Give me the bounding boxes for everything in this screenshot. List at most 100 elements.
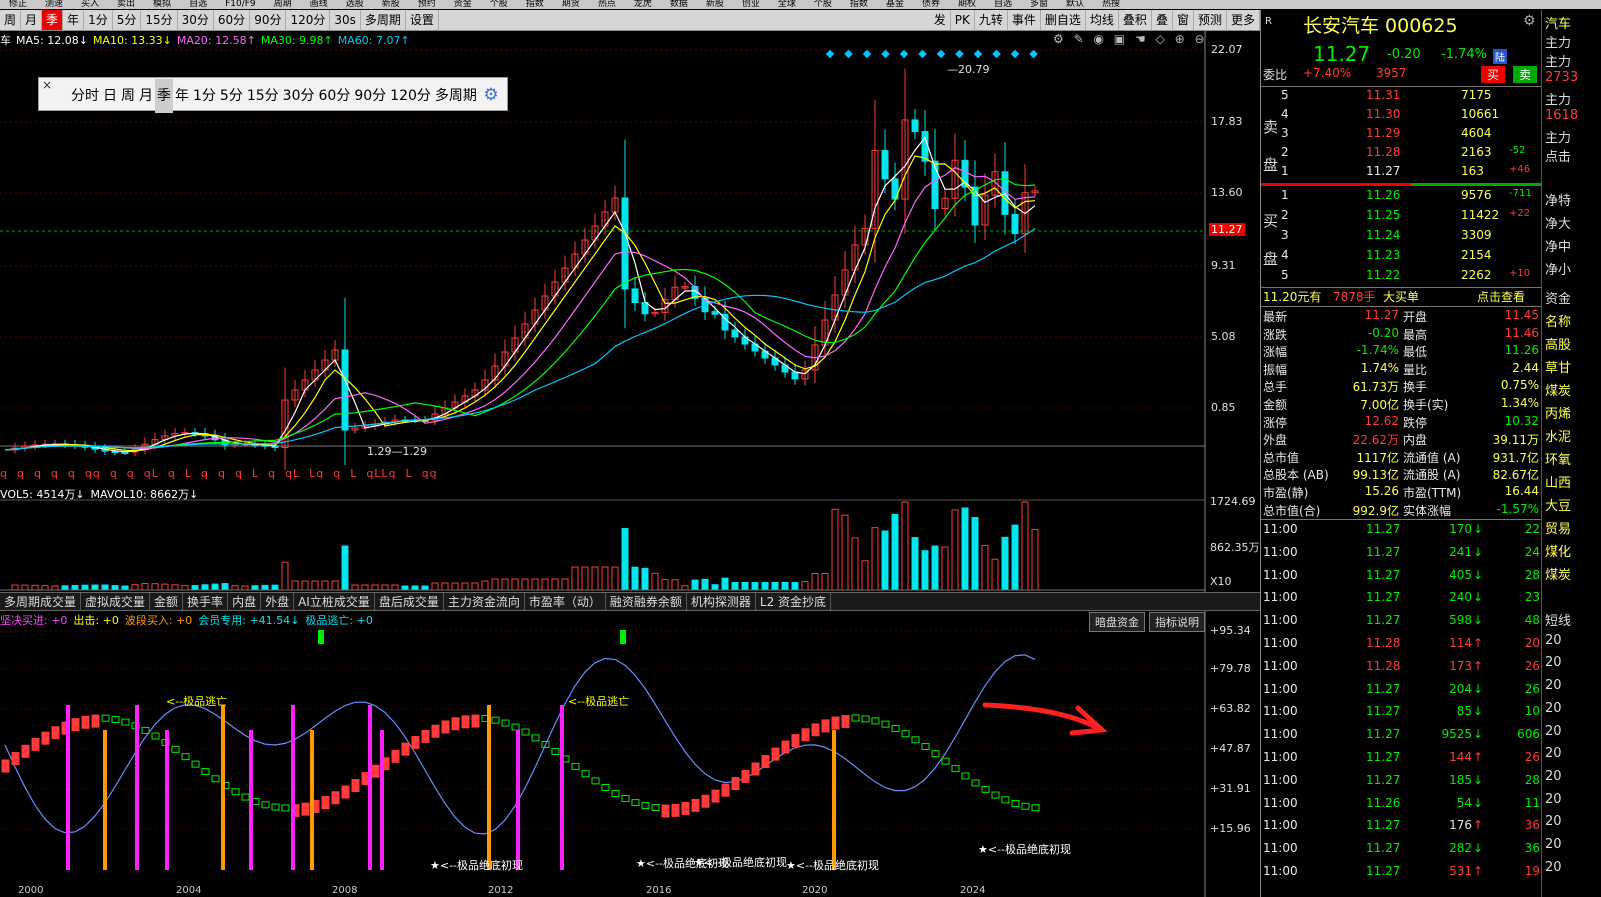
side-panel-item[interactable]: 煤炭	[1545, 380, 1571, 399]
big-order-link[interactable]: 点击查看	[1477, 288, 1525, 305]
indicator-tab[interactable]: 多周期成交量	[0, 593, 82, 610]
side-panel-item[interactable]: 20	[1545, 746, 1562, 761]
quote-row: 委比 +7.40% 3957 买卖	[1261, 66, 1542, 85]
indicator-block	[111, 716, 120, 724]
side-panel-item[interactable]: 20	[1545, 769, 1562, 784]
indicator-value: 波段买入: +0	[124, 614, 193, 627]
indicator-button[interactable]: 暗盘资金	[1089, 612, 1145, 632]
gear-icon[interactable]: ⚙	[1523, 13, 1536, 29]
volume-bar	[491, 578, 499, 591]
side-panel-item[interactable]: 主力	[1545, 32, 1571, 51]
indicator-block	[881, 720, 890, 728]
side-panel-item[interactable]: 20	[1545, 633, 1562, 648]
side-panel-item[interactable]: 大豆	[1545, 495, 1571, 514]
side-panel-item[interactable]: 煤炭	[1545, 564, 1571, 583]
popup-period-8[interactable]: 15分	[245, 79, 281, 113]
tick-price: 11.27	[1366, 681, 1401, 696]
indicator-tab[interactable]: 换手率	[183, 593, 229, 610]
popup-period-4[interactable]: 季	[155, 79, 173, 113]
indicator-tab[interactable]: 内盘	[228, 593, 262, 610]
volume-bar	[661, 579, 669, 591]
volume-bar	[451, 582, 459, 591]
indicator-block	[331, 791, 340, 805]
side-panel-item[interactable]: 20	[1545, 860, 1562, 875]
side-panel-item[interactable]: 1618	[1545, 108, 1578, 123]
quote-label: 实体涨幅	[1403, 503, 1452, 518]
popup-period-10[interactable]: 60分	[317, 79, 353, 113]
indicator-tab[interactable]: 金额	[150, 593, 184, 610]
volume-bar	[551, 578, 559, 591]
chart-canvas[interactable]	[0, 0, 1260, 897]
indicator-button[interactable]: 指标说明	[1149, 612, 1205, 632]
tick-volume: 9525	[1441, 727, 1472, 742]
ask-price: 11.27	[1366, 164, 1401, 178]
side-panel-item[interactable]: 净特	[1545, 190, 1571, 209]
candle-body	[921, 131, 929, 162]
tick-direction-icon: ↑	[1473, 658, 1484, 673]
side-panel-item[interactable]: 煤化	[1545, 541, 1571, 560]
popup-period-0[interactable]: 分时	[69, 79, 101, 113]
side-panel-item[interactable]: 20	[1545, 701, 1562, 716]
popup-period-12[interactable]: 120分	[388, 79, 433, 113]
popup-period-3[interactable]: 月	[137, 79, 155, 113]
tick-price: 11.27	[1366, 567, 1401, 582]
side-panel-item[interactable]: 汽车	[1545, 13, 1571, 32]
popup-period-5[interactable]: 年	[173, 79, 191, 113]
side-panel-item[interactable]: 20	[1545, 837, 1562, 852]
indicator-tab[interactable]: AI立桩成交量	[294, 593, 375, 610]
side-panel-item[interactable]: 20	[1545, 814, 1562, 829]
side-panel-item[interactable]: 环氧	[1545, 449, 1571, 468]
tick-price: 11.27	[1366, 544, 1401, 559]
side-panel-item[interactable]: 丙烯	[1545, 403, 1571, 422]
side-panel-item[interactable]: 主力	[1545, 51, 1571, 70]
popup-period-11[interactable]: 90分	[352, 79, 388, 113]
quote-row: 3 11.24 3309	[1261, 228, 1542, 247]
side-panel-item[interactable]: 点击	[1545, 146, 1571, 165]
signal-diamond	[936, 49, 946, 59]
indicator-tab[interactable]: L2 资金抄底	[756, 593, 832, 610]
popup-period-7[interactable]: 5分	[218, 79, 245, 113]
side-panel-item[interactable]: 主力	[1545, 89, 1571, 108]
popup-period-13[interactable]: 多周期	[433, 79, 479, 113]
side-panel-item[interactable]: 资金	[1545, 288, 1571, 307]
popup-period-6[interactable]: 1分	[191, 79, 218, 113]
side-panel-item[interactable]: 20	[1545, 655, 1562, 670]
indicator-tab[interactable]: 市盈率（动）	[525, 593, 606, 610]
weibi-value: +7.40%	[1303, 66, 1352, 80]
side-panel-item[interactable]: 主力	[1545, 127, 1571, 146]
side-panel-item[interactable]: 20	[1545, 678, 1562, 693]
side-panel-item[interactable]: 2733	[1545, 70, 1578, 85]
popup-period-1[interactable]: 日	[101, 79, 119, 113]
side-panel-item[interactable]: 20	[1545, 724, 1562, 739]
side-panel-item[interactable]: 净小	[1545, 259, 1571, 278]
settings-gear-icon[interactable]: ⚙	[483, 85, 498, 105]
side-panel-item[interactable]: 20	[1545, 792, 1562, 807]
sell-button[interactable]: 卖	[1513, 66, 1538, 83]
indicator-tab[interactable]: 主力资金流向	[444, 593, 525, 610]
close-icon[interactable]: ×	[42, 68, 52, 102]
bid-volume: 2154	[1461, 248, 1492, 262]
volume-bar	[671, 579, 679, 591]
side-panel-item[interactable]: 名称	[1545, 311, 1571, 330]
indicator-tab[interactable]: 外盘	[261, 593, 295, 610]
side-panel-item[interactable]: 净中	[1545, 236, 1571, 255]
buy-button[interactable]: 买	[1481, 66, 1506, 83]
side-panel-item[interactable]: 山西	[1545, 472, 1571, 491]
side-panel-item[interactable]: 高股	[1545, 334, 1571, 353]
popup-period-9[interactable]: 30分	[281, 79, 317, 113]
last-price: 11.27	[1313, 42, 1371, 66]
side-panel-item[interactable]: 贸易	[1545, 518, 1571, 537]
indicator-tab[interactable]: 机构探测器	[687, 593, 756, 610]
tick-count: 22	[1524, 522, 1540, 536]
indicator-tab[interactable]: 融资融券余额	[606, 593, 687, 610]
year-label: 2008	[332, 885, 358, 896]
side-panel-item[interactable]: 净大	[1545, 213, 1571, 232]
indicator-tab[interactable]: 虚拟成交量	[81, 593, 151, 610]
indicator-annotation: <--极品逃亡	[166, 695, 228, 708]
side-panel-item[interactable]: 短线	[1545, 610, 1571, 629]
side-panel-item[interactable]: 水泥	[1545, 426, 1571, 445]
side-panel-item[interactable]: 草甘	[1545, 357, 1571, 376]
quote-label: 振幅	[1263, 362, 1288, 377]
popup-period-2[interactable]: 周	[119, 79, 137, 113]
indicator-tab[interactable]: 盘后成交量	[375, 593, 444, 610]
